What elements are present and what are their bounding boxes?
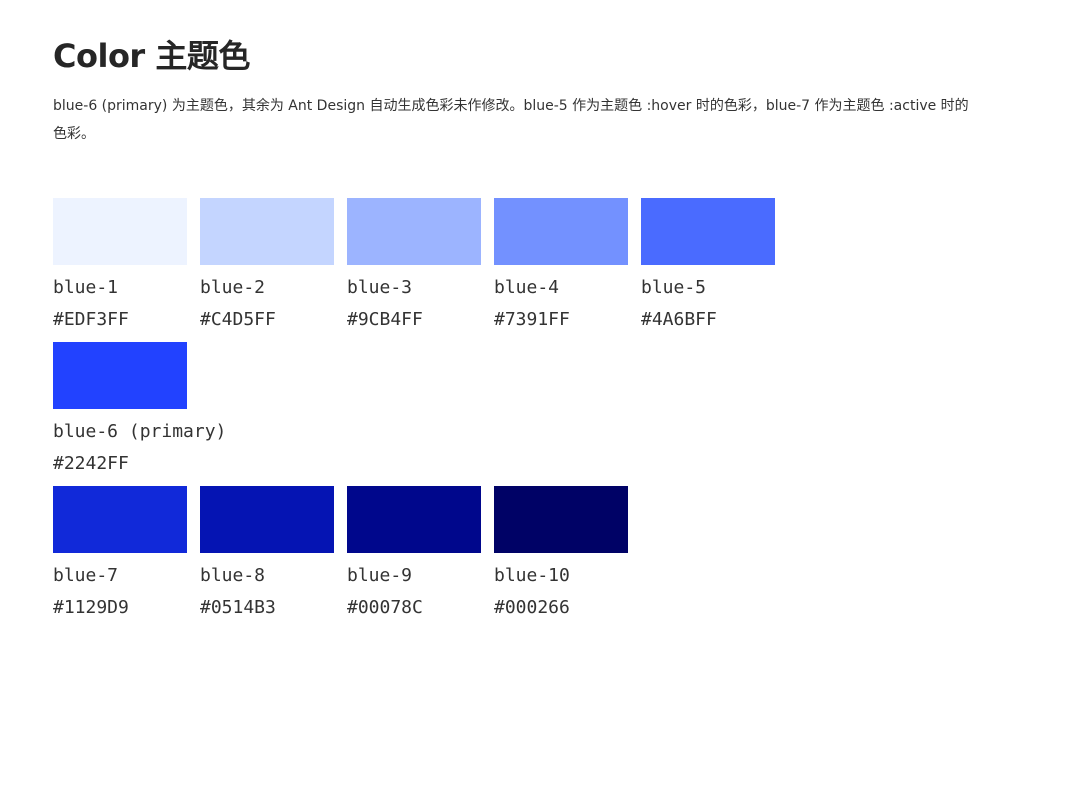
color-hex: #EDF3FF (53, 309, 129, 330)
color-hex: #9CB4FF (347, 309, 423, 330)
color-hex: #00078C (347, 597, 423, 618)
color-name: blue-9 (347, 565, 413, 586)
color-swatch-blue-5: blue-5 #4A6BFF (641, 198, 775, 342)
swatch-row: blue-7 #1129D9 blue-8 #0514B3 blue-9 #00… (53, 486, 953, 630)
color-hex: #4A6BFF (641, 309, 717, 330)
color-name: blue-3 (347, 277, 413, 298)
color-swatch-blue-10: blue-10 #000266 (494, 486, 628, 630)
color-chip (494, 486, 628, 553)
color-hex: #7391FF (494, 309, 570, 330)
color-swatch-blue-7: blue-7 #1129D9 (53, 486, 187, 630)
color-chip (53, 198, 187, 265)
color-name: blue-6 (primary) (53, 421, 227, 442)
page-description: blue-6 (primary) 为主题色，其余为 Ant Design 自动生… (53, 98, 969, 142)
color-name: blue-1 (53, 277, 119, 298)
color-swatch-blue-1: blue-1 #EDF3FF (53, 198, 187, 342)
color-swatch-blue-4: blue-4 #7391FF (494, 198, 628, 342)
color-hex: #1129D9 (53, 597, 129, 618)
color-hex: #0514B3 (200, 597, 276, 618)
swatch-row: blue-1 #EDF3FF blue-2 #C4D5FF blue-3 #9C… (53, 198, 953, 342)
color-chip (200, 198, 334, 265)
color-name: blue-4 (494, 277, 560, 298)
color-chip (347, 486, 481, 553)
color-hex: #000266 (494, 597, 570, 618)
color-chip (200, 486, 334, 553)
color-name: blue-2 (200, 277, 266, 298)
color-swatch-blue-2: blue-2 #C4D5FF (200, 198, 334, 342)
color-chip (53, 342, 187, 409)
color-name: blue-8 (200, 565, 266, 586)
color-chip (53, 486, 187, 553)
color-name: blue-10 (494, 565, 570, 586)
color-chip (494, 198, 628, 265)
color-name: blue-7 (53, 565, 119, 586)
color-chip (347, 198, 481, 265)
color-swatch-blue-9: blue-9 #00078C (347, 486, 481, 630)
color-name: blue-5 (641, 277, 707, 298)
color-hex: #C4D5FF (200, 309, 276, 330)
color-palette: blue-1 #EDF3FF blue-2 #C4D5FF blue-3 #9C… (53, 198, 953, 630)
swatch-row: blue-6 (primary) #2242FF (53, 342, 953, 486)
color-swatch-blue-3: blue-3 #9CB4FF (347, 198, 481, 342)
page-header: Color 主题色 blue-6 (primary) 为主题色，其余为 Ant … (53, 32, 993, 148)
color-chip (641, 198, 775, 265)
page-title: Color 主题色 (53, 37, 250, 75)
color-hex: #2242FF (53, 453, 129, 474)
color-swatch-blue-6-primary: blue-6 (primary) #2242FF (53, 342, 253, 486)
color-swatch-blue-8: blue-8 #0514B3 (200, 486, 334, 630)
